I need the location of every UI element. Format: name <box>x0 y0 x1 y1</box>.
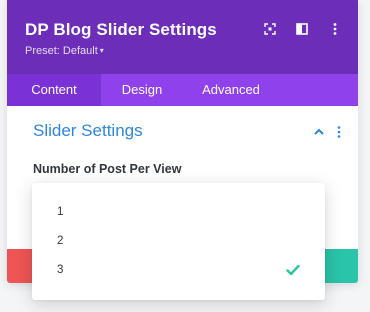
expand-icon[interactable] <box>262 21 278 37</box>
tab-advanced[interactable]: Advanced <box>183 74 279 106</box>
option-label: 2 <box>57 235 64 247</box>
field-label: Number of Post Per View <box>33 162 182 176</box>
split-view-icon[interactable] <box>294 21 310 37</box>
section-title[interactable]: Slider Settings <box>33 121 143 141</box>
select-dropdown: 1 2 3 <box>32 183 325 300</box>
checkmark-icon <box>286 264 300 276</box>
tab-bar: Content Design Advanced <box>7 74 358 106</box>
more-vertical-icon[interactable] <box>332 124 346 140</box>
dropdown-option-2[interactable]: 2 <box>32 227 325 256</box>
tab-design[interactable]: Design <box>101 74 183 106</box>
tab-content[interactable]: Content <box>7 74 101 106</box>
option-label: 1 <box>57 206 64 218</box>
kebab-menu-icon[interactable] <box>327 21 343 37</box>
dropdown-option-1[interactable]: 1 <box>32 198 325 227</box>
chevron-up-icon[interactable] <box>312 124 326 140</box>
modal-header: DP Blog Slider Settings Preset: Default ▾ <box>7 0 358 74</box>
caret-down-icon: ▾ <box>99 46 104 55</box>
modal-title: DP Blog Slider Settings <box>25 20 217 39</box>
dropdown-option-3[interactable]: 3 <box>32 256 325 285</box>
page-background: DP Blog Slider Settings Preset: Default ▾ <box>0 0 370 312</box>
preset-selector[interactable]: Preset: Default ▾ <box>25 45 104 57</box>
option-label: 3 <box>57 264 64 276</box>
preset-label: Preset: Default <box>25 45 98 57</box>
